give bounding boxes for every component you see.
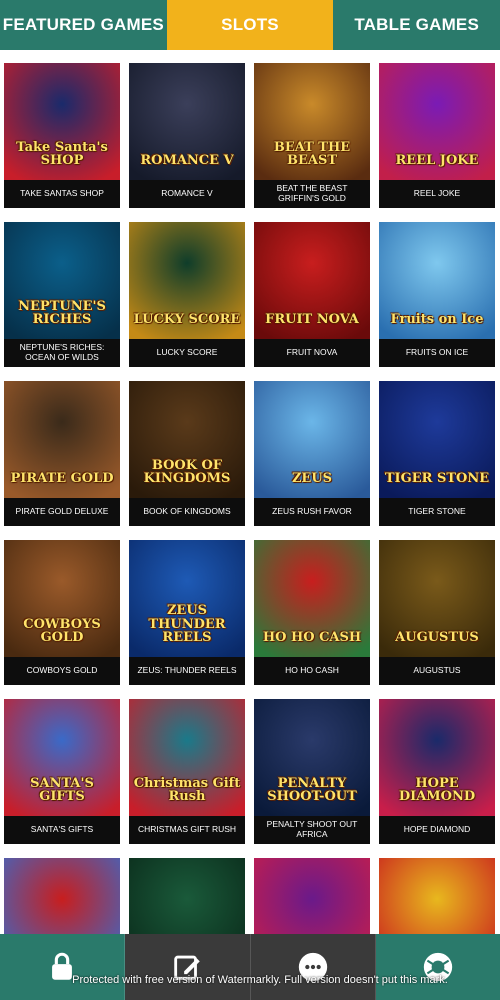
game-thumbnail[interactable]: ZEUS THUNDER REELS (129, 540, 245, 657)
game-title: HO HO CASH (254, 657, 370, 685)
game-logo: PIRATE GOLD (10, 471, 114, 487)
game-title: FRUITS ON ICE (379, 339, 495, 367)
game-card[interactable]: AUGUSTUS AUGUSTUS (379, 540, 495, 685)
game-logo: TIGER STONE (384, 471, 490, 487)
game-logo: ZEUS (291, 471, 333, 487)
game-card[interactable]: Fruits on Ice FRUITS ON ICE (379, 222, 495, 367)
game-card[interactable]: PENALTY SHOOT-OUT PENALTY SHOOT OUT AFRIC… (254, 699, 370, 844)
game-card[interactable]: LUCKY SCORE LUCKY SCORE (129, 222, 245, 367)
game-thumbnail[interactable]: Christmas Gift Rush (129, 699, 245, 816)
game-thumbnail[interactable]: TIGER STONE (379, 381, 495, 498)
game-logo: AUGUSTUS (395, 630, 479, 646)
game-title: ZEUS: THUNDER REELS (129, 657, 245, 685)
game-card[interactable]: Christmas Gift Rush CHRISTMAS GIFT RUSH (129, 699, 245, 844)
bottom-nav (0, 934, 500, 1000)
game-title: CHRISTMAS GIFT RUSH (129, 816, 245, 844)
game-title: FRUIT NOVA (254, 339, 370, 367)
game-card[interactable]: ROMANCE V ROMANCE V (129, 63, 245, 208)
game-thumbnail[interactable]: PENALTY SHOOT-OUT (254, 699, 370, 816)
lock-button[interactable] (0, 934, 126, 1000)
game-card[interactable]: HOPE DIAMOND HOPE DIAMOND (379, 699, 495, 844)
games-grid: Take Santa's SHOP TAKE SANTAS SHOP ROMANCE… (4, 63, 498, 975)
game-thumbnail[interactable]: Fruits on Ice (379, 222, 495, 339)
game-logo: BOOK OF KINGDOMS (143, 457, 231, 487)
support-button[interactable] (376, 934, 500, 1000)
game-thumbnail[interactable]: SANTA'S GIFTS (4, 699, 120, 816)
game-logo: FRUIT NOVA (265, 312, 359, 328)
game-card[interactable]: ZEUS THUNDER REELS ZEUS: THUNDER REELS (129, 540, 245, 685)
game-logo: Christmas Gift Rush (133, 775, 241, 805)
game-logo: HOPE DIAMOND (398, 775, 476, 805)
game-thumbnail[interactable]: BEAT THE BEAST (254, 63, 370, 180)
game-card[interactable]: NEPTUNE'S RICHES NEPTUNE'S RICHES: OCEAN … (4, 222, 120, 367)
game-logo: SANTA'S GIFTS (30, 775, 94, 805)
game-title: REEL JOKE (379, 180, 495, 208)
game-thumbnail[interactable]: COWBOYS GOLD (4, 540, 120, 657)
game-thumbnail[interactable]: REEL JOKE (379, 63, 495, 180)
game-title: BEAT THE BEAST GRIFFIN'S GOLD (254, 180, 370, 208)
game-card[interactable]: TIGER STONE TIGER STONE (379, 381, 495, 526)
chat-button[interactable] (250, 934, 376, 1000)
game-title: TAKE SANTAS SHOP (4, 180, 120, 208)
game-card[interactable]: BEAT THE BEAST BEAT THE BEAST GRIFFIN'S G… (254, 63, 370, 208)
game-title: AUGUSTUS (379, 657, 495, 685)
game-logo: LUCKY SCORE (133, 312, 241, 328)
edit-button[interactable] (125, 934, 251, 1000)
game-thumbnail[interactable]: BOOK OF KINGDOMS (129, 381, 245, 498)
game-title: PENALTY SHOOT OUT AFRICA (254, 816, 370, 844)
game-title: BOOK OF KINGDOMS (129, 498, 245, 526)
game-title: ZEUS RUSH FAVOR (254, 498, 370, 526)
category-tabs: FEATURED GAMES SLOTS TABLE GAMES (0, 0, 500, 50)
game-logo: HO HO CASH (262, 630, 362, 646)
game-thumbnail[interactable]: ZEUS (254, 381, 370, 498)
game-title: LUCKY SCORE (129, 339, 245, 367)
tab-slots[interactable]: SLOTS (166, 0, 334, 50)
game-title: HOPE DIAMOND (379, 816, 495, 844)
game-card[interactable]: FRUIT NOVA FRUIT NOVA (254, 222, 370, 367)
game-logo: PENALTY SHOOT-OUT (267, 775, 357, 805)
game-thumbnail[interactable]: FRUIT NOVA (254, 222, 370, 339)
game-card[interactable]: BOOK OF KINGDOMS BOOK OF KINGDOMS (129, 381, 245, 526)
game-title: SANTA'S GIFTS (4, 816, 120, 844)
tab-featured-games[interactable]: FEATURED GAMES (0, 0, 167, 50)
game-logo: Take Santa's SHOP (16, 139, 108, 169)
game-card[interactable]: PIRATE GOLD PIRATE GOLD DELUXE (4, 381, 120, 526)
game-thumbnail[interactable]: NEPTUNE'S RICHES (4, 222, 120, 339)
tab-table-games[interactable]: TABLE GAMES (333, 0, 500, 50)
game-card[interactable]: ZEUS ZEUS RUSH FAVOR (254, 381, 370, 526)
game-title: PIRATE GOLD DELUXE (4, 498, 120, 526)
game-thumbnail[interactable]: HOPE DIAMOND (379, 699, 495, 816)
game-thumbnail[interactable]: ROMANCE V (129, 63, 245, 180)
game-logo: COWBOYS GOLD (23, 616, 101, 646)
game-title: NEPTUNE'S RICHES: OCEAN OF WILDS (4, 339, 120, 367)
game-title: TIGER STONE (379, 498, 495, 526)
game-logo: REEL JOKE (395, 153, 479, 169)
game-title: COWBOYS GOLD (4, 657, 120, 685)
game-card[interactable]: COWBOYS GOLD COWBOYS GOLD (4, 540, 120, 685)
game-card[interactable]: SANTA'S GIFTS SANTA'S GIFTS (4, 699, 120, 844)
game-logo: Fruits on Ice (390, 312, 484, 328)
game-thumbnail[interactable]: LUCKY SCORE (129, 222, 245, 339)
game-thumbnail[interactable]: Take Santa's SHOP (4, 63, 120, 180)
game-card[interactable]: Take Santa's SHOP TAKE SANTAS SHOP (4, 63, 120, 208)
game-thumbnail[interactable]: AUGUSTUS (379, 540, 495, 657)
game-logo: ROMANCE V (140, 153, 234, 169)
game-title: ROMANCE V (129, 180, 245, 208)
game-logo: ZEUS THUNDER REELS (148, 603, 226, 646)
game-thumbnail[interactable]: PIRATE GOLD (4, 381, 120, 498)
watermark-text: Protected with free version of Watermark… (72, 974, 448, 986)
game-thumbnail[interactable]: HO HO CASH (254, 540, 370, 657)
game-card[interactable]: REEL JOKE REEL JOKE (379, 63, 495, 208)
game-card[interactable]: HO HO CASH HO HO CASH (254, 540, 370, 685)
game-logo: NEPTUNE'S RICHES (18, 298, 106, 328)
game-logo: BEAT THE BEAST (273, 139, 351, 169)
